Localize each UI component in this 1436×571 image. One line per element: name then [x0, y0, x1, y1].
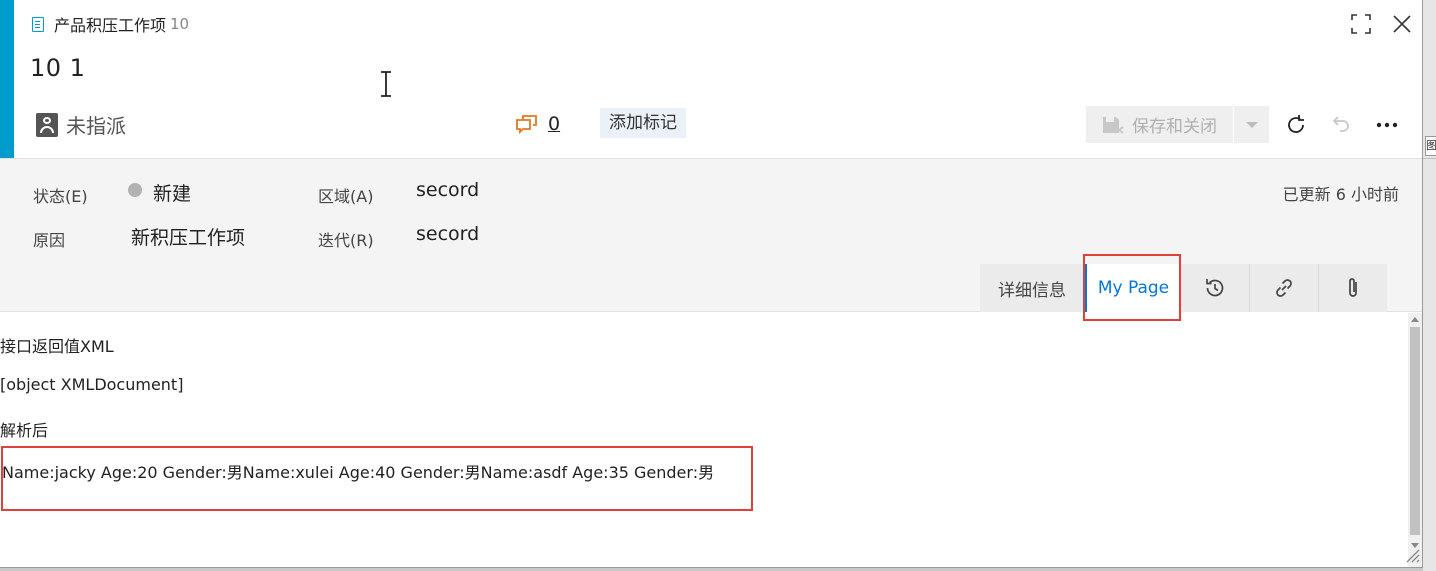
state-label: 状态(E)	[33, 187, 88, 206]
resize-grip-icon[interactable]	[1402, 545, 1420, 563]
tab-attachments[interactable]	[1318, 264, 1387, 312]
discussion-icon	[516, 115, 537, 134]
assignee-picker[interactable]: 未指派	[36, 110, 126, 139]
work-item-type-color-bar	[0, 0, 14, 158]
background-fragment: 图	[1425, 136, 1436, 156]
tab-history[interactable]	[1180, 264, 1249, 312]
work-item-type-row: 产品积压工作项 10	[32, 12, 189, 36]
work-item-fields: 状态(E) 新建 原因 新积压工作项 区域(A) secord 迭代(R) se…	[0, 158, 1422, 312]
page-tabs: 详细信息 My Page	[980, 264, 1387, 312]
content-line: [object XMLDocument]	[0, 375, 184, 394]
tab-details[interactable]: 详细信息	[980, 264, 1084, 312]
area-field[interactable]: secord	[416, 179, 479, 201]
save-and-close-label: 保存和关闭	[1132, 117, 1217, 137]
refresh-icon	[1288, 115, 1304, 133]
add-tag-button[interactable]: 添加标记	[600, 108, 686, 138]
assignee-label: 未指派	[66, 114, 126, 138]
state-field[interactable]: 新建	[153, 179, 191, 206]
iteration-label: 迭代(R)	[318, 231, 374, 250]
scroll-up-arrow-icon[interactable]	[1411, 317, 1419, 322]
tab-my-page[interactable]: My Page	[1084, 264, 1180, 312]
iteration-field[interactable]: secord	[416, 223, 479, 245]
undo-button[interactable]	[1327, 110, 1357, 140]
close-icon[interactable]	[1388, 10, 1416, 38]
link-icon	[1276, 279, 1292, 297]
parsed-result-line: Name:jacky Age:20 Gender:男Name:xulei Age…	[2, 463, 715, 482]
work-item-header: 产品积压工作项 10 10 1 未指派 0 添加标记 保存和关闭	[14, 0, 1422, 158]
save-icon	[1103, 116, 1124, 134]
work-item-type-label: 产品积压工作项	[54, 16, 167, 35]
content-line: 解析后	[0, 421, 49, 440]
last-updated-text: 已更新 6 小时前	[1282, 185, 1399, 204]
background-window-edge: 图	[1423, 0, 1436, 571]
reason-field[interactable]: 新积压工作项	[131, 223, 245, 250]
discussion-count: 0	[548, 113, 561, 135]
fullscreen-icon[interactable]	[1347, 10, 1375, 38]
scrollbar-thumb[interactable]	[1410, 327, 1420, 535]
attachment-icon	[1349, 278, 1357, 297]
text-cursor-icon	[381, 71, 391, 97]
history-icon	[1206, 279, 1224, 297]
assignee-avatar-icon	[36, 112, 58, 137]
refresh-button[interactable]	[1281, 110, 1311, 140]
content-scrollbar[interactable]	[1408, 313, 1422, 567]
work-item-type-icon	[32, 16, 44, 32]
dropdown-chevron-icon	[1245, 121, 1258, 128]
state-color-dot	[128, 183, 142, 197]
work-item-id: 10	[170, 15, 190, 33]
work-item-title-input[interactable]: 10 1	[30, 54, 85, 82]
reason-label: 原因	[33, 231, 66, 250]
discussion-link[interactable]: 0	[516, 113, 560, 135]
content-line: 接口返回值XML	[0, 337, 114, 356]
save-options-dropdown[interactable]	[1234, 106, 1269, 143]
my-page-content: 接口返回值XML [object XMLDocument] 解析后 Name:j…	[0, 313, 1408, 567]
more-icon	[1376, 122, 1398, 128]
work-item-dialog: 产品积压工作项 10 10 1 未指派 0 添加标记 保存和关闭 状态(E) 新…	[0, 0, 1423, 568]
undo-icon	[1332, 116, 1349, 132]
save-and-close-button[interactable]: 保存和关闭	[1086, 106, 1269, 143]
area-label: 区域(A)	[318, 187, 374, 206]
tab-links[interactable]	[1249, 264, 1318, 312]
more-actions-button[interactable]	[1372, 110, 1402, 140]
